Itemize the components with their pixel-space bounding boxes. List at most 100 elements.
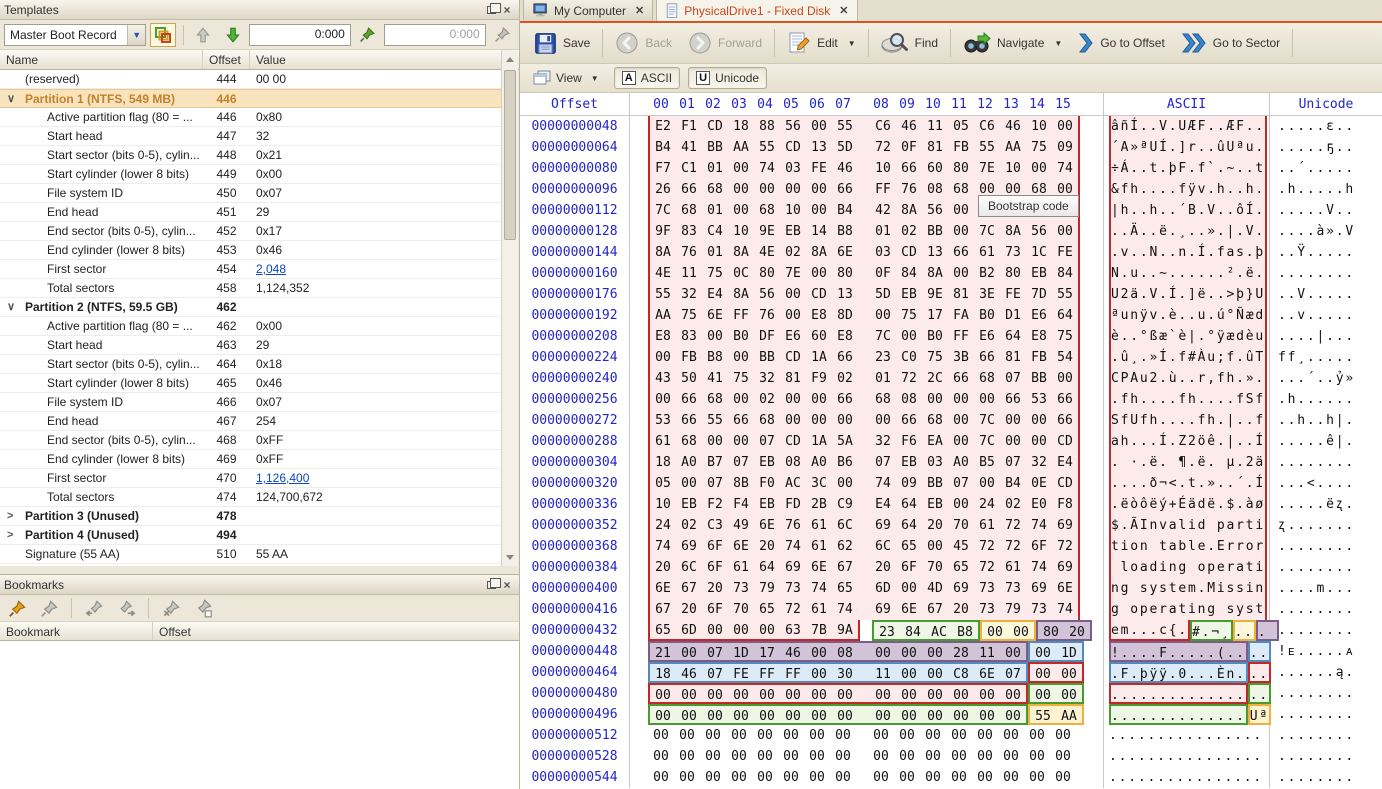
hex-byte[interactable]: A0 bbox=[676, 452, 702, 473]
hex-byte[interactable]: 00 bbox=[806, 664, 832, 681]
hex-byte[interactable]: 67 bbox=[676, 578, 702, 599]
hex-byte[interactable]: 00 bbox=[896, 578, 922, 599]
hex-byte[interactable]: 00 bbox=[948, 263, 974, 284]
hex-byte[interactable]: 9E bbox=[922, 284, 948, 305]
hex-byte[interactable]: 00 bbox=[754, 179, 780, 200]
hex-byte[interactable]: 69 bbox=[780, 557, 806, 578]
hex-byte[interactable]: 3E bbox=[974, 284, 1000, 305]
hex-byte[interactable]: 00 bbox=[830, 725, 856, 746]
hex-byte[interactable]: 24 bbox=[974, 494, 1000, 515]
hex-byte[interactable]: AA bbox=[728, 137, 754, 158]
hex-byte[interactable]: E8 bbox=[832, 326, 858, 347]
hex-byte[interactable]: 68 bbox=[922, 410, 948, 431]
hex-byte[interactable]: 68 bbox=[702, 179, 728, 200]
hex-byte[interactable]: 00 bbox=[728, 347, 754, 368]
hex-byte[interactable]: 00 bbox=[870, 305, 896, 326]
unicode-column[interactable]: .....ԑ.. bbox=[1270, 116, 1382, 137]
column-header-name[interactable]: Name bbox=[0, 50, 203, 69]
unicode-column[interactable]: ........ bbox=[1270, 620, 1382, 641]
hex-byte[interactable]: 68 bbox=[754, 200, 780, 221]
hex-byte[interactable]: B5 bbox=[974, 452, 1000, 473]
hex-byte[interactable]: 00 bbox=[894, 767, 920, 788]
hex-byte[interactable]: 09 bbox=[896, 473, 922, 494]
ascii-text-segment[interactable]: #.¬¸ bbox=[1190, 620, 1233, 641]
hex-byte[interactable]: 00 bbox=[780, 179, 806, 200]
hex-byte[interactable]: EA bbox=[922, 431, 948, 452]
hex-byte[interactable]: 01 bbox=[702, 158, 728, 179]
hex-byte[interactable]: 01 bbox=[870, 221, 896, 242]
template-row[interactable]: End sector (bits 0-5), cylin...4520x17 bbox=[0, 222, 502, 241]
hex-byte[interactable]: 07 bbox=[870, 452, 896, 473]
hex-byte[interactable]: 00 bbox=[1052, 368, 1078, 389]
hex-byte[interactable]: 75 bbox=[1052, 326, 1078, 347]
hex-byte[interactable]: 46 bbox=[676, 664, 702, 681]
hex-byte[interactable]: 02 bbox=[780, 242, 806, 263]
hex-byte[interactable]: A0 bbox=[948, 452, 974, 473]
hex-byte[interactable]: 00 bbox=[894, 725, 920, 746]
hex-byte[interactable]: 07 bbox=[1000, 664, 1026, 681]
ascii-text-segment[interactable]: ´A»ªUÍ.]r..ûUªu. bbox=[1109, 137, 1267, 158]
hex-byte[interactable]: 7C bbox=[650, 200, 676, 221]
hex-byte[interactable]: 00 bbox=[700, 746, 726, 767]
tab-my-computer[interactable]: My Computer ✕ bbox=[523, 0, 653, 21]
hex-byte[interactable]: 7E bbox=[974, 158, 1000, 179]
ascii-text-segment[interactable]: è..°ßæ`è|.°ÿædèu bbox=[1109, 326, 1267, 347]
hex-byte[interactable]: 73 bbox=[728, 578, 754, 599]
hex-byte[interactable]: 7C bbox=[974, 431, 1000, 452]
hex-byte[interactable]: 17 bbox=[922, 305, 948, 326]
hex-byte[interactable]: C1 bbox=[676, 158, 702, 179]
choose-template-button[interactable] bbox=[150, 23, 175, 47]
hex-byte[interactable]: 00 bbox=[702, 685, 728, 702]
hex-byte[interactable]: E4 bbox=[702, 284, 728, 305]
hex-byte[interactable]: 00 bbox=[1050, 725, 1076, 746]
hex-offset[interactable]: 00000000528 bbox=[520, 746, 630, 767]
hex-byte[interactable]: F9 bbox=[806, 368, 832, 389]
hex-byte[interactable]: 00 bbox=[1030, 685, 1056, 702]
template-row[interactable]: Start cylinder (lower 8 bits)4490x00 bbox=[0, 165, 502, 184]
hex-offset[interactable]: 00000000496 bbox=[520, 704, 630, 725]
hex-byte[interactable]: 80 bbox=[1038, 622, 1064, 639]
hex-byte[interactable]: 5D bbox=[832, 137, 858, 158]
ascii-text-segment[interactable]: .............. bbox=[1109, 683, 1248, 704]
hex-byte[interactable]: 00 bbox=[946, 725, 972, 746]
ascii-text-segment[interactable]: CPAu2.ù..r,fh.». bbox=[1109, 368, 1267, 389]
unicode-column[interactable]: ........ bbox=[1270, 263, 1382, 284]
hex-byte[interactable]: 67 bbox=[922, 599, 948, 620]
template-row[interactable]: End head45129 bbox=[0, 203, 502, 222]
unicode-column[interactable]: ........ bbox=[1270, 536, 1382, 557]
hex-byte[interactable]: 6E bbox=[806, 557, 832, 578]
unicode-column[interactable]: .h.....h bbox=[1270, 179, 1382, 200]
hex-byte[interactable]: 00 bbox=[780, 284, 806, 305]
hex-byte[interactable]: 9F bbox=[650, 221, 676, 242]
hex-byte[interactable]: 00 bbox=[778, 767, 804, 788]
hex-byte[interactable]: CD bbox=[1052, 473, 1078, 494]
hex-byte[interactable]: 00 bbox=[1024, 767, 1050, 788]
ascii-text-segment[interactable]: ªunÿv.è..u.ú°Ñæd bbox=[1109, 305, 1267, 326]
scroll-up-icon[interactable] bbox=[502, 51, 518, 67]
hex-byte[interactable]: 07 bbox=[948, 473, 974, 494]
hex-byte[interactable]: 00 bbox=[676, 685, 702, 702]
tab-physicaldrive1[interactable]: PhysicalDrive1 - Fixed Disk ✕ bbox=[656, 0, 857, 21]
hex-byte[interactable]: 11 bbox=[676, 263, 702, 284]
hex-offset[interactable]: 00000000256 bbox=[520, 389, 630, 410]
hex-byte[interactable]: 00 bbox=[974, 685, 1000, 702]
template-row[interactable]: End sector (bits 0-5), cylin...4680xFF bbox=[0, 431, 502, 450]
hex-byte[interactable]: 66 bbox=[948, 368, 974, 389]
hex-byte[interactable]: 55 bbox=[1052, 284, 1078, 305]
hex-byte[interactable]: 66 bbox=[948, 242, 974, 263]
hex-byte[interactable]: EB bbox=[780, 221, 806, 242]
hex-byte[interactable]: 13 bbox=[922, 242, 948, 263]
hex-byte[interactable]: EB bbox=[754, 452, 780, 473]
hex-offset[interactable]: 00000000544 bbox=[520, 767, 630, 788]
tab-close-icon[interactable]: ✕ bbox=[635, 4, 644, 17]
hex-byte[interactable]: 8D bbox=[832, 305, 858, 326]
hex-byte[interactable]: 56 bbox=[754, 284, 780, 305]
hex-byte[interactable]: 8A bbox=[728, 284, 754, 305]
hex-byte[interactable]: 73 bbox=[974, 578, 1000, 599]
hex-byte[interactable]: 00 bbox=[676, 473, 702, 494]
hex-byte[interactable]: BB bbox=[1026, 368, 1052, 389]
hex-byte[interactable]: 00 bbox=[702, 431, 728, 452]
hex-byte[interactable]: 00 bbox=[1026, 158, 1052, 179]
view-button[interactable]: View ▼ bbox=[526, 67, 606, 89]
chevron-down-icon[interactable]: ▼ bbox=[591, 74, 599, 83]
